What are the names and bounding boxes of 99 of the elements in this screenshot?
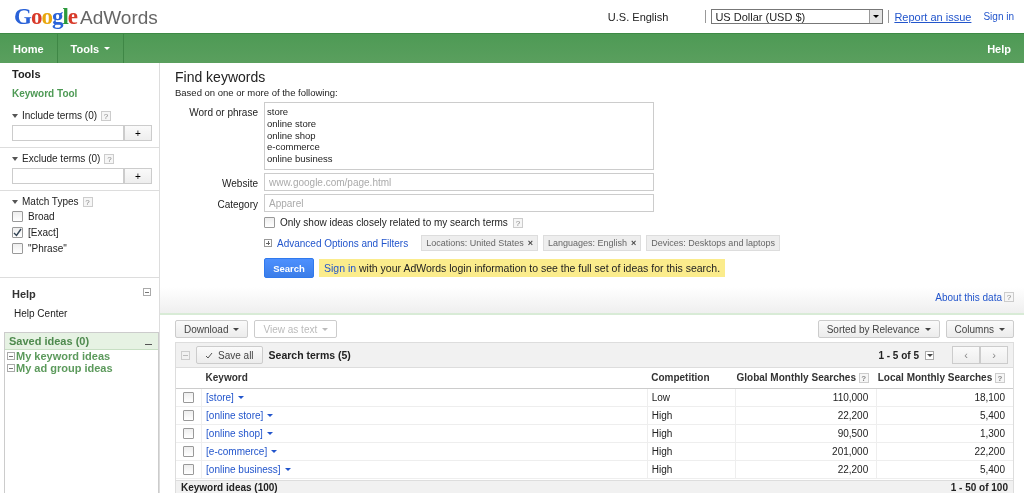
toolbar-button[interactable]: Sorted by Relevance <box>817 320 940 338</box>
keyword-link[interactable]: [online store] <box>206 409 264 421</box>
section-title: Search terms (5) <box>268 349 351 361</box>
table-cell: 22,200 <box>837 409 869 421</box>
option-label: [Exact] <box>28 227 59 238</box>
checkbox-label: Only show ideas closely related to my search terms <box>280 217 508 228</box>
column-header[interactable]: Keyword <box>205 372 248 384</box>
saved-ideas-title: Saved ideas (0) <box>9 335 90 347</box>
table-cell: 90,500 <box>837 427 869 439</box>
input-field[interactable]: www.google.com/page.html <box>264 173 654 191</box>
search-button[interactable]: Search <box>264 258 314 278</box>
section-label: Exclude terms (0) <box>22 153 101 164</box>
keyword-link[interactable]: [online shop] <box>206 427 263 439</box>
subtitle: Based on one or more of the following: <box>175 87 339 98</box>
help-center-link[interactable]: Help Center <box>14 308 159 319</box>
caret-icon <box>267 413 274 417</box>
pager-label: 1 - 50 of 100 <box>950 481 1008 493</box>
sign-in-link[interactable]: Sign in <box>324 262 357 274</box>
section-label: Match Types <box>22 196 79 207</box>
checkbox[interactable] <box>183 409 195 421</box>
checkbox[interactable] <box>12 243 23 254</box>
help-mark[interactable]: ? <box>82 196 93 207</box>
adwords-logo: GoogleAdWords <box>14 3 158 30</box>
save-all-button[interactable]: Save all <box>196 346 263 364</box>
sign-in-notice: Sign in with your AdWords login information to see the full set of ideas for this search. <box>319 259 726 277</box>
language-label[interactable]: U.S. English <box>607 10 669 23</box>
field-label: Website <box>221 177 258 189</box>
column-header[interactable]: Global Monthly Searches <box>736 372 856 384</box>
checkbox[interactable] <box>264 217 275 228</box>
dropdown-icon[interactable] <box>925 350 934 360</box>
help-mark[interactable]: ? <box>512 217 523 228</box>
table-cell: High <box>651 463 673 475</box>
term-input[interactable] <box>12 125 124 141</box>
triangle-icon[interactable] <box>12 156 18 161</box>
table-cell: 201,000 <box>832 445 869 457</box>
column-header[interactable]: Local Monthly Searches <box>877 372 993 384</box>
filter-chip[interactable]: Languages: English × <box>543 235 642 251</box>
table-cell: High <box>651 445 673 457</box>
about-data-link[interactable]: About this data <box>935 292 1002 303</box>
collapse-icon[interactable] <box>7 364 15 372</box>
filter-chip[interactable]: Devices: Desktops and laptops <box>646 235 780 251</box>
table-cell: 5,400 <box>979 409 1005 421</box>
add-button[interactable]: + <box>124 125 152 141</box>
term-input[interactable] <box>12 168 124 184</box>
checkbox[interactable] <box>183 463 195 475</box>
advanced-options-link[interactable]: Advanced Options and Filters <box>277 237 409 249</box>
column-header[interactable]: Competition <box>651 372 710 384</box>
help-mark[interactable]: ? <box>104 153 115 164</box>
caret-icon <box>271 449 278 453</box>
table-cell: 18,100 <box>974 391 1005 403</box>
input-field[interactable]: Apparel <box>264 194 654 212</box>
filter-chip[interactable]: Locations: United States × <box>421 235 538 251</box>
collapse-icon[interactable] <box>7 352 15 360</box>
sign-in-link[interactable]: Sign in <box>983 11 1014 22</box>
table-cell: 110,000 <box>832 391 869 403</box>
field-label: Word or phrase <box>188 106 258 118</box>
checkbox[interactable] <box>12 211 23 222</box>
triangle-icon[interactable] <box>12 113 18 118</box>
triangle-icon[interactable] <box>12 199 18 204</box>
help-title: Help <box>12 288 36 300</box>
table-cell: High <box>651 427 673 439</box>
checkbox[interactable] <box>183 427 195 439</box>
table-cell: 1,300 <box>979 427 1005 439</box>
check-icon <box>205 351 213 359</box>
option-label: "Phrase" <box>28 243 67 254</box>
checkbox[interactable] <box>183 445 195 457</box>
toolbar-button[interactable]: Download <box>175 320 249 338</box>
toolbar-button[interactable]: Columns <box>945 320 1014 338</box>
table-cell: 22,200 <box>837 463 869 475</box>
keyword-link[interactable]: [online business] <box>206 463 281 475</box>
keyword-link[interactable]: [store] <box>206 391 234 403</box>
table-cell: High <box>651 409 673 421</box>
sidebar-title: Tools <box>11 67 42 80</box>
section-title: Keyword ideas (100) <box>181 481 278 493</box>
collapse-icon[interactable] <box>143 288 151 296</box>
checkbox[interactable] <box>183 391 195 403</box>
report-issue-link[interactable]: Report an issue <box>894 10 972 23</box>
field-label: Category <box>216 198 258 210</box>
keyword-tool-link[interactable]: Keyword Tool <box>0 80 159 105</box>
minimize-icon[interactable] <box>145 343 152 345</box>
caret-icon <box>237 395 244 399</box>
help-mark[interactable]: ? <box>1004 292 1014 302</box>
table-cell: Low <box>651 391 671 403</box>
page-title: Find keywords <box>175 69 267 85</box>
pager-label: 1 - 5 of 5 <box>878 349 919 361</box>
currency-select[interactable]: US Dollar (USD $) <box>711 9 884 24</box>
expand-icon[interactable] <box>264 239 272 247</box>
add-button[interactable]: + <box>124 168 152 184</box>
option-label: Broad <box>28 211 55 222</box>
keyword-link[interactable]: [e-commerce] <box>206 445 268 457</box>
help-mark[interactable]: ? <box>995 373 1005 384</box>
table-cell: 22,200 <box>974 445 1005 457</box>
section-label: Include terms (0) <box>22 110 98 121</box>
checkbox[interactable] <box>12 227 23 238</box>
keywords-text-area[interactable]: store online store online shop e-commerce online business <box>264 102 654 170</box>
help-mark[interactable]: ? <box>101 110 112 121</box>
caret-icon <box>266 431 273 435</box>
table-cell: 5,400 <box>979 463 1005 475</box>
caret-icon <box>284 467 291 471</box>
